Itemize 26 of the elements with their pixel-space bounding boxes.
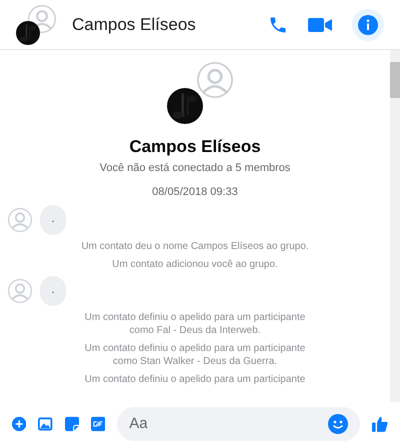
group-subtitle: Você não está conectado a 5 membros (98, 160, 292, 176)
info-button[interactable] (352, 8, 384, 40)
image-icon[interactable] (38, 415, 53, 433)
message-bubble: . (40, 204, 66, 234)
message-bubble: . (40, 276, 66, 306)
system-message: Um contato definiu o apelido para um participante como Fal - Deus da Interweb. (84, 310, 306, 336)
message-input[interactable]: Aa (129, 412, 328, 436)
avatar-icon (8, 278, 32, 302)
video-camera-icon[interactable] (308, 16, 332, 32)
system-message: Um contato adicionou você ao grupo. (111, 258, 279, 270)
group-name: Campos Elíseos (128, 136, 262, 158)
gif-icon[interactable] (90, 414, 106, 434)
avatar-icon (197, 62, 233, 98)
emoji-icon[interactable] (328, 414, 348, 434)
avatar-icon (8, 208, 32, 232)
system-message: Um contato deu o nome Campos Elíseos ao grupo. (80, 240, 310, 252)
phone-icon[interactable] (268, 14, 288, 34)
chat-title: Campos Elíseos (72, 14, 196, 36)
plus-icon[interactable] (12, 414, 26, 434)
system-message: Um contato definiu o apelido para um participante (84, 372, 306, 386)
scrollbar[interactable] (390, 50, 400, 402)
info-icon (358, 14, 378, 34)
timestamp: 08/05/2018 09:33 (151, 185, 239, 200)
system-message: Um contato definiu o apelido para um participante como Stan Walker - Deus da Guerra. (84, 342, 306, 368)
sticker-icon[interactable] (64, 414, 79, 434)
message-field[interactable]: Aa (117, 407, 360, 441)
